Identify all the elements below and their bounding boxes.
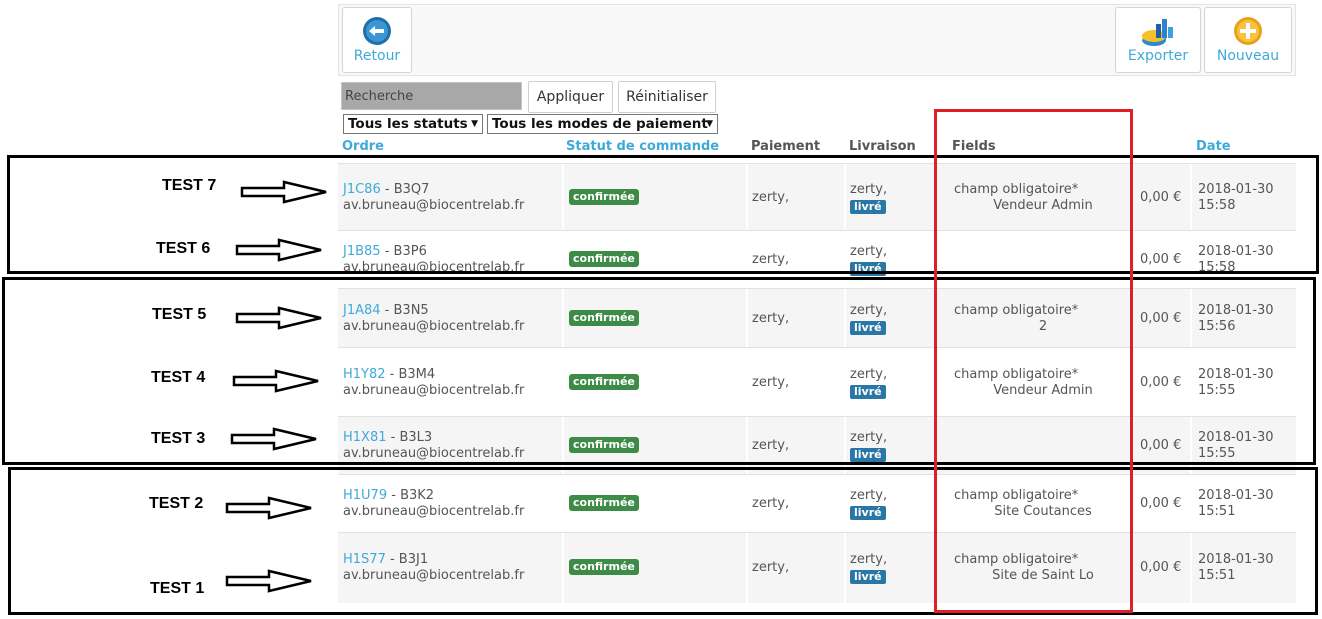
dropdown-arrow-icon: ▼	[706, 119, 713, 129]
column-header-date[interactable]: Date	[1196, 139, 1231, 154]
new-label: Nouveau	[1216, 48, 1280, 64]
fields-highlight-box	[934, 109, 1133, 613]
status-select-value: Tous les statuts	[348, 116, 468, 132]
new-button[interactable]: Nouveau	[1204, 7, 1292, 73]
export-label: Exporter	[1127, 48, 1189, 64]
dropdown-arrow-icon: ▼	[471, 119, 478, 129]
apply-button[interactable]: Appliquer	[528, 81, 613, 113]
back-button[interactable]: Retour	[342, 7, 412, 73]
payment-select-value: Tous les modes de paiement	[492, 116, 708, 132]
back-label: Retour	[353, 48, 401, 64]
status-select[interactable]: Tous les statuts ▼	[343, 114, 483, 134]
export-button[interactable]: Exporter	[1115, 7, 1201, 73]
column-header-payment: Paiement	[751, 139, 821, 154]
plus-circle-icon	[1233, 16, 1263, 50]
toolbar: Retour Exporter Nouveau	[338, 4, 1296, 76]
search-input[interactable]: Recherche	[341, 82, 522, 110]
column-header-order[interactable]: Ordre	[342, 139, 384, 154]
column-header-delivery: Livraison	[849, 139, 916, 154]
column-header-status[interactable]: Statut de commande	[566, 139, 719, 154]
payment-select[interactable]: Tous les modes de paiement ▼	[487, 114, 718, 134]
reset-button[interactable]: Réinitialiser	[618, 81, 716, 113]
back-arrow-icon	[362, 16, 392, 50]
